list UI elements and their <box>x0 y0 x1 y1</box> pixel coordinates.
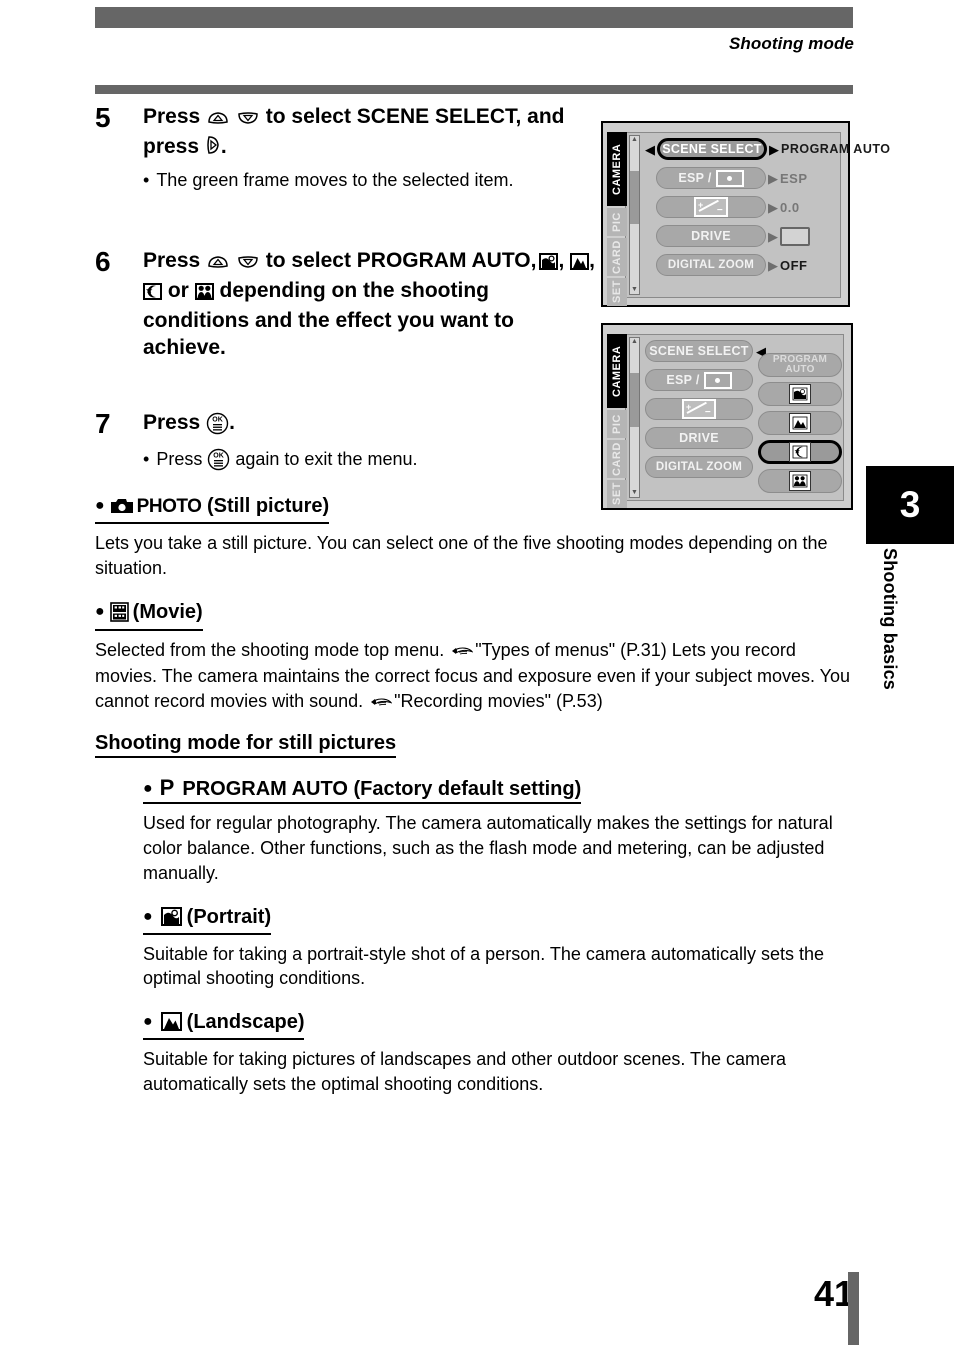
bullet-dot: • <box>143 169 150 190</box>
step-7-number: 7 <box>95 407 111 439</box>
section-heading-text: (Still picture) <box>206 494 330 517</box>
program-mode-symbol: P <box>159 775 175 801</box>
mode-portrait: ● (Portrait) Suitable for taking a portr… <box>143 886 855 992</box>
arrow-right-button-icon <box>205 134 221 164</box>
step-7-title: Press OK . <box>143 410 598 443</box>
step-6-text-c: , <box>558 249 571 273</box>
step-6-number: 6 <box>95 246 111 278</box>
arrow-up-button-icon <box>206 251 230 278</box>
step-5-note: • The green frame moves to the selected … <box>143 169 613 192</box>
chapter-label: Shooting basics <box>880 548 900 691</box>
header-rule-bar <box>95 85 853 94</box>
step-6-title: Press to select PROGRAM AUTO, , , or dep… <box>143 248 598 362</box>
photo-word: PHOTO <box>136 495 202 517</box>
step-6-text-b: to select PROGRAM AUTO, <box>265 249 537 273</box>
mode-heading-text: PROGRAM AUTO (Factory default setting) <box>182 778 582 801</box>
section-bullet: ● <box>95 496 105 514</box>
step-5-number: 5 <box>95 102 111 133</box>
movie-body-ref2: "Recording movies" (P.53) <box>394 691 603 712</box>
step-6-text-a: Press <box>143 249 201 273</box>
mode-heading-portrait: ● (Portrait) <box>143 905 272 935</box>
chapter-tab: 3 <box>866 466 954 544</box>
step-5: 5 Press to select SCENE SELECT, and pres… <box>95 104 855 192</box>
step-7: 7 Press OK . • Press OK again to exit th… <box>95 407 855 477</box>
step-5-text-c: . <box>220 134 227 158</box>
step-7-text-b: . <box>229 410 235 434</box>
pointing-hand-icon <box>370 691 393 716</box>
step-6: 6 Press to select PROGRAM AUTO, , , or d… <box>95 248 855 362</box>
chapter-number: 3 <box>899 484 921 525</box>
night-scene-icon <box>143 281 162 308</box>
landscape-icon <box>570 251 590 278</box>
mode-heading-text: (Landscape) <box>186 1011 305 1034</box>
mode-body-portrait: Suitable for taking a portrait-style sho… <box>143 943 825 989</box>
movie-body-line1: Selected from the shooting mode top menu… <box>95 639 445 660</box>
svg-text:OK: OK <box>212 416 223 423</box>
mode-heading-program-auto: ● P PROGRAM AUTO (Factory default setting) <box>143 775 582 805</box>
portrait-icon <box>160 906 182 932</box>
bullet-dot: • <box>143 448 150 469</box>
header-top-bar <box>95 7 853 28</box>
svg-text:OK: OK <box>214 452 225 459</box>
page-header-title: Shooting mode <box>728 34 854 53</box>
movie-icon <box>109 601 129 628</box>
mode-bullet: ● <box>143 780 153 798</box>
arrow-up-button-icon <box>206 107 230 134</box>
mode-body-landscape: Suitable for taking pictures of landscap… <box>143 1049 787 1095</box>
step-5-text-a: Press <box>143 105 201 128</box>
subsection-heading-still-pictures: Shooting mode for still pictures <box>95 732 397 759</box>
arrow-down-button-icon <box>236 107 260 134</box>
page-content: 5 Press to select SCENE SELECT, and pres… <box>95 104 855 1097</box>
mode-heading-text: (Portrait) <box>186 905 272 928</box>
arrow-down-button-icon <box>236 251 260 278</box>
section-heading-movie: ● (Movie) <box>95 601 203 631</box>
step-7-note-text-a: Press <box>156 448 203 469</box>
mode-body-program-auto: Used for regular photography. The camera… <box>143 813 833 883</box>
step-5-note-text: The green frame moves to the selected it… <box>156 169 514 190</box>
section-bullet: ● <box>95 602 105 620</box>
footer-bar <box>848 1272 859 1345</box>
step-7-note-wrap: Press OK again to exit the menu. <box>156 448 417 477</box>
mode-heading-landscape: ● (Landscape) <box>143 1011 305 1041</box>
section-body-still-picture: Lets you take a still picture. You can s… <box>95 532 828 578</box>
portrait-icon <box>539 251 559 278</box>
pointing-hand-icon <box>451 640 474 665</box>
camera-icon <box>110 497 134 521</box>
step-7-text-a: Press <box>143 410 201 434</box>
step-5-title: Press to select SCENE SELECT, and press … <box>143 104 598 164</box>
landscape-icon <box>160 1012 182 1037</box>
step-7-note-text-b: again to exit the menu. <box>235 448 418 469</box>
mode-landscape: ● (Landscape) Suitable for taking pictur… <box>143 991 855 1097</box>
section-heading-text: (Movie) <box>132 600 203 623</box>
movie-body-ref1: "Types of menus" (P.31) <box>475 639 667 660</box>
section-heading-still-picture: ● PHOTO (Still picture) <box>95 494 330 524</box>
step-7-note: • Press OK again to exit the menu. <box>143 448 613 477</box>
section-body-movie: Selected from the shooting mode top menu… <box>95 638 855 716</box>
ok-menu-button-icon: OK <box>207 448 230 477</box>
self-portrait-icon <box>194 281 214 308</box>
step-6-text-d: , <box>589 249 595 273</box>
ok-menu-button-icon: OK <box>206 412 229 443</box>
mode-program-auto: ● P PROGRAM AUTO (Factory default setting)… <box>143 763 855 885</box>
step-6-text-e: or <box>167 279 189 303</box>
mode-bullet: ● <box>143 907 153 925</box>
mode-bullet: ● <box>143 1013 153 1031</box>
